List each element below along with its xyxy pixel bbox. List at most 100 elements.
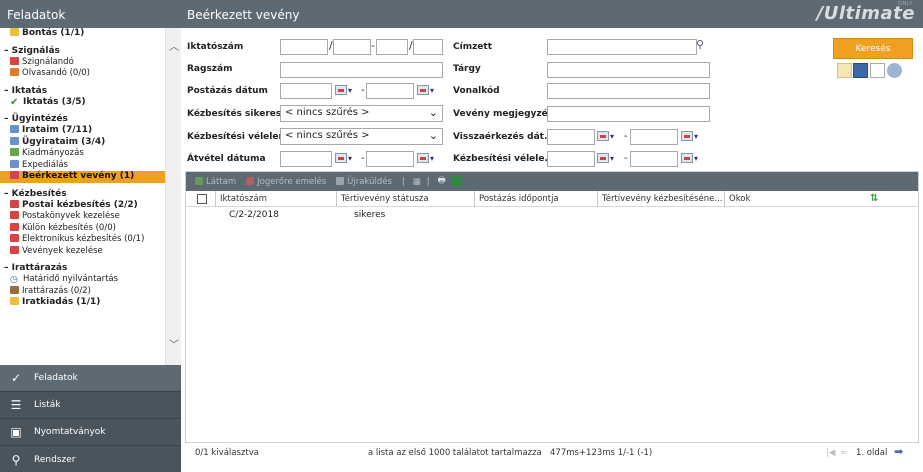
filter-panel: Iktatószám / - / Címzett ⚲ Keresés Ragsz… — [181, 36, 923, 168]
sidebar-tree: Bontás (1/1) – Szignálás Szignálandó Olv… — [0, 28, 181, 368]
sidebar-item-iktatas[interactable]: ✔ Iktatás (3/5) — [0, 97, 181, 109]
calendar-icon[interactable]: ▾ — [417, 153, 445, 167]
sidebar-item-kulon-kezbesites[interactable]: Külön kézbesítés (0/0) — [0, 222, 181, 235]
group-irattarazas[interactable]: – Irattárazás — [0, 261, 181, 274]
lattam-button[interactable]: Láttam — [195, 176, 236, 187]
receipt-icon — [10, 171, 19, 179]
cimzett-field[interactable] — [547, 39, 697, 55]
label-vonalkod: Vonalkód — [453, 86, 500, 96]
column-okok[interactable]: Okok — [724, 191, 854, 207]
chevron-down-icon[interactable]: ﹀ — [169, 336, 179, 351]
group-kezbesites[interactable]: – Kézbesítés — [0, 187, 181, 200]
iktatoszam-field-4[interactable] — [413, 39, 443, 55]
new-document-icon[interactable] — [870, 63, 885, 78]
select-all-checkbox[interactable] — [197, 194, 207, 204]
sidebar-item-postai-kezbesites[interactable]: Postai kézbesítés (2/2) — [0, 199, 181, 212]
send-icon — [10, 159, 19, 168]
column-kezbesites[interactable]: Tértivevény kézbesítéséne... — [597, 191, 725, 207]
archive-icon — [10, 297, 19, 305]
table-row[interactable]: C/2-2/2018 sikeres — [186, 207, 918, 225]
calendar-icon[interactable]: ▾ — [417, 85, 445, 99]
chevron-down-icon: ⌄ — [428, 129, 438, 142]
visszaerkezes-from-field[interactable] — [547, 129, 595, 145]
sidebar-item-beerkezett-veveny[interactable]: Beérkezett vevény (1) — [0, 171, 181, 183]
brand-logo: /Ultimate ONLY — [816, 1, 915, 24]
print-icon[interactable]: 🖶 — [438, 175, 446, 189]
sidebar-item-vevenyek-kezelese[interactable]: Vevények kezelése — [0, 245, 181, 258]
sidebar-item-bontas[interactable]: Bontás (1/1) — [0, 28, 181, 40]
prev-page-icon[interactable]: ⇐ — [841, 448, 848, 458]
columns-icon[interactable]: ▦ — [413, 177, 421, 187]
sidebar-scrollbar[interactable]: ︿ ﹀ — [165, 28, 181, 368]
search-button[interactable]: Keresés — [833, 38, 913, 59]
calendar-icon[interactable]: ▾ — [597, 131, 625, 145]
vonalkod-field[interactable] — [547, 83, 710, 99]
kezbesitesi-velelem-select[interactable]: < nincs szűrés > ⌄ — [280, 128, 443, 145]
atvetel-to-field[interactable] — [366, 151, 414, 167]
folder-icon — [10, 125, 19, 133]
kezbesitesi-vele-from-field[interactable] — [547, 151, 595, 167]
receipt-icon — [10, 245, 19, 254]
nav-feladatok[interactable]: ✓ Feladatok — [0, 365, 181, 392]
nav-nyomtatvanyok[interactable]: ▣ Nyomtatványok — [0, 419, 181, 446]
sidebar-item-hatarido[interactable]: ◷ Határidő nyilvántartás — [0, 274, 181, 286]
column-statusz[interactable]: Tértivevény státusza — [336, 191, 474, 207]
mail-icon — [10, 234, 19, 242]
targy-field[interactable] — [547, 62, 710, 78]
folder-icon[interactable] — [837, 63, 852, 78]
veveny-megjegyzes-field[interactable] — [547, 106, 710, 122]
kezbesitesi-vele-to-field[interactable] — [630, 151, 678, 167]
group-szignalas[interactable]: – Szignálás — [0, 44, 181, 57]
save-icon[interactable] — [853, 63, 868, 78]
calendar-icon[interactable]: ▾ — [335, 153, 363, 167]
page-title: Beérkezett vevény — [187, 8, 300, 22]
search-icon[interactable]: ⚲ — [696, 38, 704, 51]
next-page-icon[interactable]: ➡ — [894, 445, 903, 458]
first-page-icon[interactable]: |◀ — [826, 448, 835, 458]
sidebar-item-szignalando[interactable]: Szignálandó — [0, 56, 181, 69]
sidebar-item-expedialas[interactable]: Expediálás — [0, 159, 181, 172]
sidebar-item-iratkiadas[interactable]: Iratkiadás (1/1) — [0, 297, 181, 309]
sidebar-item-ugyirataim[interactable]: Ügyirataim (3/4) — [0, 136, 181, 149]
visszaerkezes-to-field[interactable] — [630, 129, 678, 145]
sidebar-item-kiadmanyozas[interactable]: Kiadmányozás — [0, 148, 181, 160]
column-iktatoszam[interactable]: Iktatószám — [215, 191, 338, 207]
clear-icon[interactable] — [887, 63, 902, 78]
iktatoszam-field-2[interactable] — [333, 39, 371, 55]
iktatoszam-field-3[interactable] — [376, 39, 408, 55]
toolbar-icons — [837, 63, 917, 79]
postazas-from-field[interactable] — [280, 83, 332, 99]
archive-icon — [10, 285, 19, 294]
ujrakuldes-button[interactable]: Újraküldés — [336, 176, 392, 187]
resend-icon — [336, 176, 345, 185]
label-targy: Tárgy — [453, 64, 481, 74]
sidebar-item-elektronikus-kezbesites[interactable]: Elektronikus kézbesítés (0/1) — [0, 234, 181, 246]
sidebar-item-olvasando[interactable]: Olvasandó (0/0) — [0, 68, 181, 80]
group-ugyintezes[interactable]: – Ügyintézés — [0, 112, 181, 125]
column-postazas[interactable]: Postázás időpontja — [474, 191, 598, 207]
sidebar-item-postakonyvek[interactable]: Postakönyvek kezelése — [0, 211, 181, 223]
nav-listak[interactable]: ☰ Listák — [0, 392, 181, 419]
selection-count: 0/1 kiválasztva — [195, 448, 259, 458]
chevron-up-icon[interactable]: ︿ — [169, 38, 179, 53]
calendar-icon[interactable]: ▾ — [681, 153, 709, 167]
calendar-icon[interactable]: ▾ — [597, 153, 625, 167]
iktatoszam-field-1[interactable] — [280, 39, 328, 55]
jogerore-emeles-button[interactable]: Jogerőre emelés — [246, 176, 326, 187]
checkmark-icon: ✔ — [10, 96, 19, 108]
label-ragszam: Ragszám — [187, 64, 233, 74]
label-kezbesitesi-vele: Kézbesítési vélele... — [453, 154, 555, 164]
group-iktatas[interactable]: – Iktatás — [0, 84, 181, 97]
kezbesites-sikeres-select[interactable]: < nincs szűrés > ⌄ — [280, 105, 443, 122]
sidebar-item-irattarazas[interactable]: Irattárazás (0/2) — [0, 285, 181, 298]
excel-icon[interactable] — [451, 175, 465, 188]
label-kezbesites-sikeres: Kézbesítés sikeres — [187, 109, 282, 119]
atvetel-from-field[interactable] — [280, 151, 332, 167]
ragszam-field[interactable] — [280, 62, 443, 78]
calendar-icon[interactable]: ▾ — [681, 131, 709, 145]
refresh-icon[interactable]: ⇅ — [870, 193, 878, 204]
calendar-icon[interactable]: ▾ — [335, 85, 363, 99]
nav-rendszer[interactable]: ⚲ Rendszer — [0, 446, 181, 472]
sidebar-item-irataim[interactable]: Irataim (7/11) — [0, 125, 181, 137]
postazas-to-field[interactable] — [366, 83, 414, 99]
